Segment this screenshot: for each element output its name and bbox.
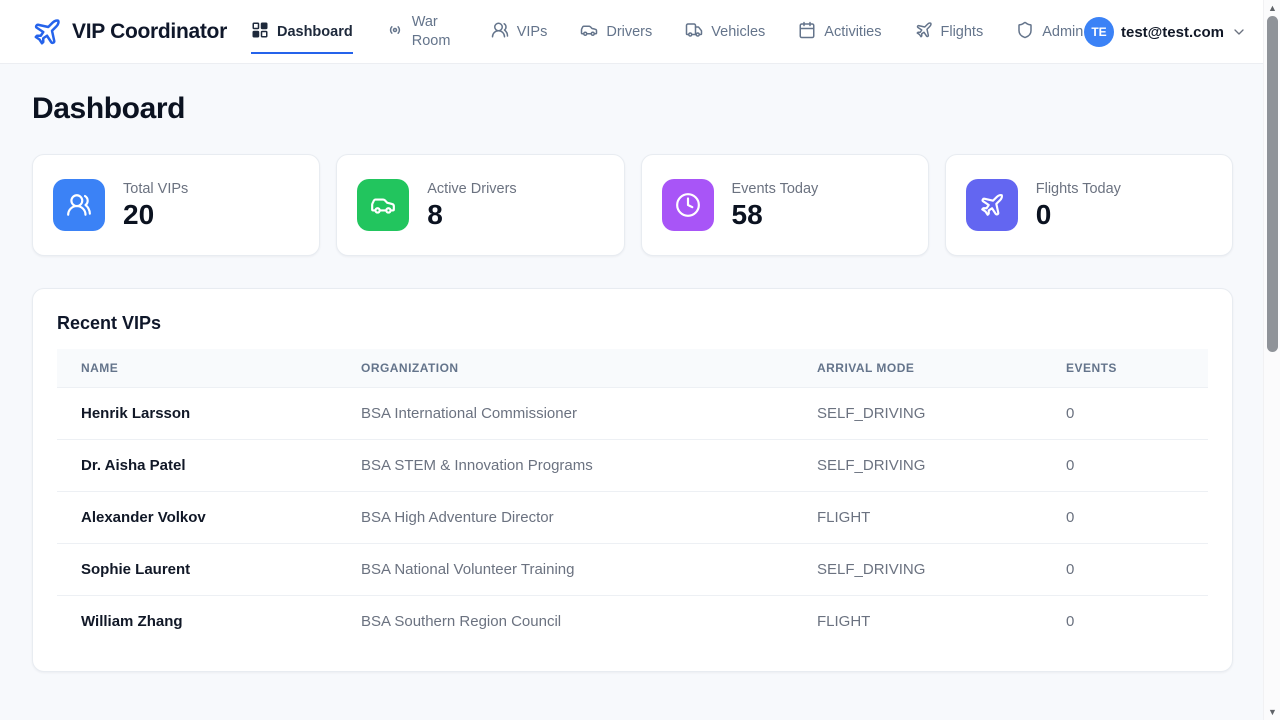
nav-label: VIPs: [517, 24, 548, 40]
table-row[interactable]: Sophie Laurent BSA National Volunteer Tr…: [57, 544, 1208, 596]
vertical-scrollbar[interactable]: ▲ ▼: [1263, 0, 1280, 720]
stat-label: Active Drivers: [427, 181, 516, 197]
table-header-row: NAME ORGANIZATION ARRIVAL MODE EVENTS: [57, 349, 1208, 388]
nav-item-drivers[interactable]: Drivers: [580, 15, 652, 49]
vip-events: 0: [1042, 492, 1208, 544]
panel-title: Recent VIPs: [57, 313, 1208, 334]
vip-arrival-mode: SELF_DRIVING: [793, 440, 1042, 492]
radio-icon: [386, 21, 404, 43]
vip-name: Dr. Aisha Patel: [57, 440, 337, 492]
stat-card-total-vips: Total VIPs 20: [32, 154, 320, 256]
plane-icon: [915, 21, 933, 43]
nav-label: Flights: [941, 24, 984, 40]
table-row[interactable]: Dr. Aisha Patel BSA STEM & Innovation Pr…: [57, 440, 1208, 492]
vip-events: 0: [1042, 440, 1208, 492]
scroll-down-arrow-icon[interactable]: ▼: [1264, 707, 1280, 717]
plane-logo-icon: [32, 17, 62, 47]
shield-icon: [1016, 21, 1034, 43]
table-row[interactable]: Alexander Volkov BSA High Adventure Dire…: [57, 492, 1208, 544]
stat-value: 0: [1036, 200, 1121, 229]
top-nav-bar: VIP Coordinator Dashboard War Room VIPs …: [0, 0, 1280, 64]
stat-label: Flights Today: [1036, 181, 1121, 197]
table-row[interactable]: William Zhang BSA Southern Region Counci…: [57, 596, 1208, 648]
vip-organization: BSA High Adventure Director: [337, 492, 793, 544]
nav-label: Vehicles: [711, 24, 765, 40]
scrollbar-thumb[interactable]: [1267, 16, 1278, 352]
user-email: test@test.com: [1121, 24, 1224, 41]
nav-item-vehicles[interactable]: Vehicles: [685, 15, 765, 49]
page-title: Dashboard: [32, 92, 1233, 126]
vip-arrival-mode: SELF_DRIVING: [793, 544, 1042, 596]
calendar-icon: [798, 21, 816, 43]
vip-arrival-mode: FLIGHT: [793, 492, 1042, 544]
dashboard-page: Dashboard Total VIPs 20 Active Drivers 8: [0, 64, 1263, 672]
stat-card-active-drivers: Active Drivers 8: [336, 154, 624, 256]
avatar[interactable]: TE: [1084, 17, 1114, 47]
vip-arrival-mode: FLIGHT: [793, 596, 1042, 648]
col-header-name: NAME: [57, 349, 337, 388]
stat-value: 8: [427, 200, 516, 229]
stat-cards: Total VIPs 20 Active Drivers 8 Events To…: [32, 154, 1233, 256]
stat-label: Events Today: [732, 181, 819, 197]
brand[interactable]: VIP Coordinator: [32, 17, 227, 47]
stat-card-flights-today: Flights Today 0: [945, 154, 1233, 256]
nav-label: Activities: [824, 24, 881, 40]
chevron-down-icon[interactable]: [1231, 24, 1247, 40]
nav-item-dashboard[interactable]: Dashboard: [251, 15, 353, 49]
vip-organization: BSA National Volunteer Training: [337, 544, 793, 596]
vip-name: William Zhang: [57, 596, 337, 648]
stat-label: Total VIPs: [123, 181, 188, 197]
user-menu[interactable]: TE test@test.com: [1084, 0, 1247, 64]
app-title: VIP Coordinator: [72, 20, 227, 44]
table-row[interactable]: Henrik Larsson BSA International Commiss…: [57, 388, 1208, 440]
recent-vips-panel: Recent VIPs NAME ORGANIZATION ARRIVAL MO…: [32, 288, 1233, 672]
nav-item-admin[interactable]: Admin: [1016, 15, 1083, 49]
nav-label: Drivers: [606, 24, 652, 40]
vip-events: 0: [1042, 544, 1208, 596]
recent-vips-table: NAME ORGANIZATION ARRIVAL MODE EVENTS He…: [57, 349, 1208, 647]
vip-organization: BSA International Commissioner: [337, 388, 793, 440]
col-header-organization: ORGANIZATION: [337, 349, 793, 388]
vip-name: Sophie Laurent: [57, 544, 337, 596]
scroll-up-arrow-icon[interactable]: ▲: [1264, 3, 1280, 13]
col-header-arrival-mode: ARRIVAL MODE: [793, 349, 1042, 388]
stat-card-events-today: Events Today 58: [641, 154, 929, 256]
clock-icon: [662, 179, 714, 231]
vip-name: Henrik Larsson: [57, 388, 337, 440]
stat-value: 58: [732, 200, 819, 229]
stat-value: 20: [123, 200, 188, 229]
vip-arrival-mode: SELF_DRIVING: [793, 388, 1042, 440]
vip-events: 0: [1042, 596, 1208, 648]
nav-item-activities[interactable]: Activities: [798, 15, 881, 49]
plane-icon: [966, 179, 1018, 231]
col-header-events: EVENTS: [1042, 349, 1208, 388]
vip-name: Alexander Volkov: [57, 492, 337, 544]
nav-item-flights[interactable]: Flights: [915, 15, 984, 49]
vip-events: 0: [1042, 388, 1208, 440]
dashboard-grid-icon: [251, 21, 269, 43]
nav-item-vips[interactable]: VIPs: [491, 15, 548, 49]
vip-organization: BSA Southern Region Council: [337, 596, 793, 648]
car-icon: [580, 21, 598, 43]
users-icon: [491, 21, 509, 43]
nav-label: Admin: [1042, 24, 1083, 40]
truck-icon: [685, 21, 703, 43]
nav-label: Dashboard: [277, 24, 353, 40]
nav-item-war-room[interactable]: War Room: [386, 7, 458, 57]
vip-organization: BSA STEM & Innovation Programs: [337, 440, 793, 492]
car-icon: [357, 179, 409, 231]
users-icon: [53, 179, 105, 231]
nav-label: War Room: [412, 13, 458, 51]
